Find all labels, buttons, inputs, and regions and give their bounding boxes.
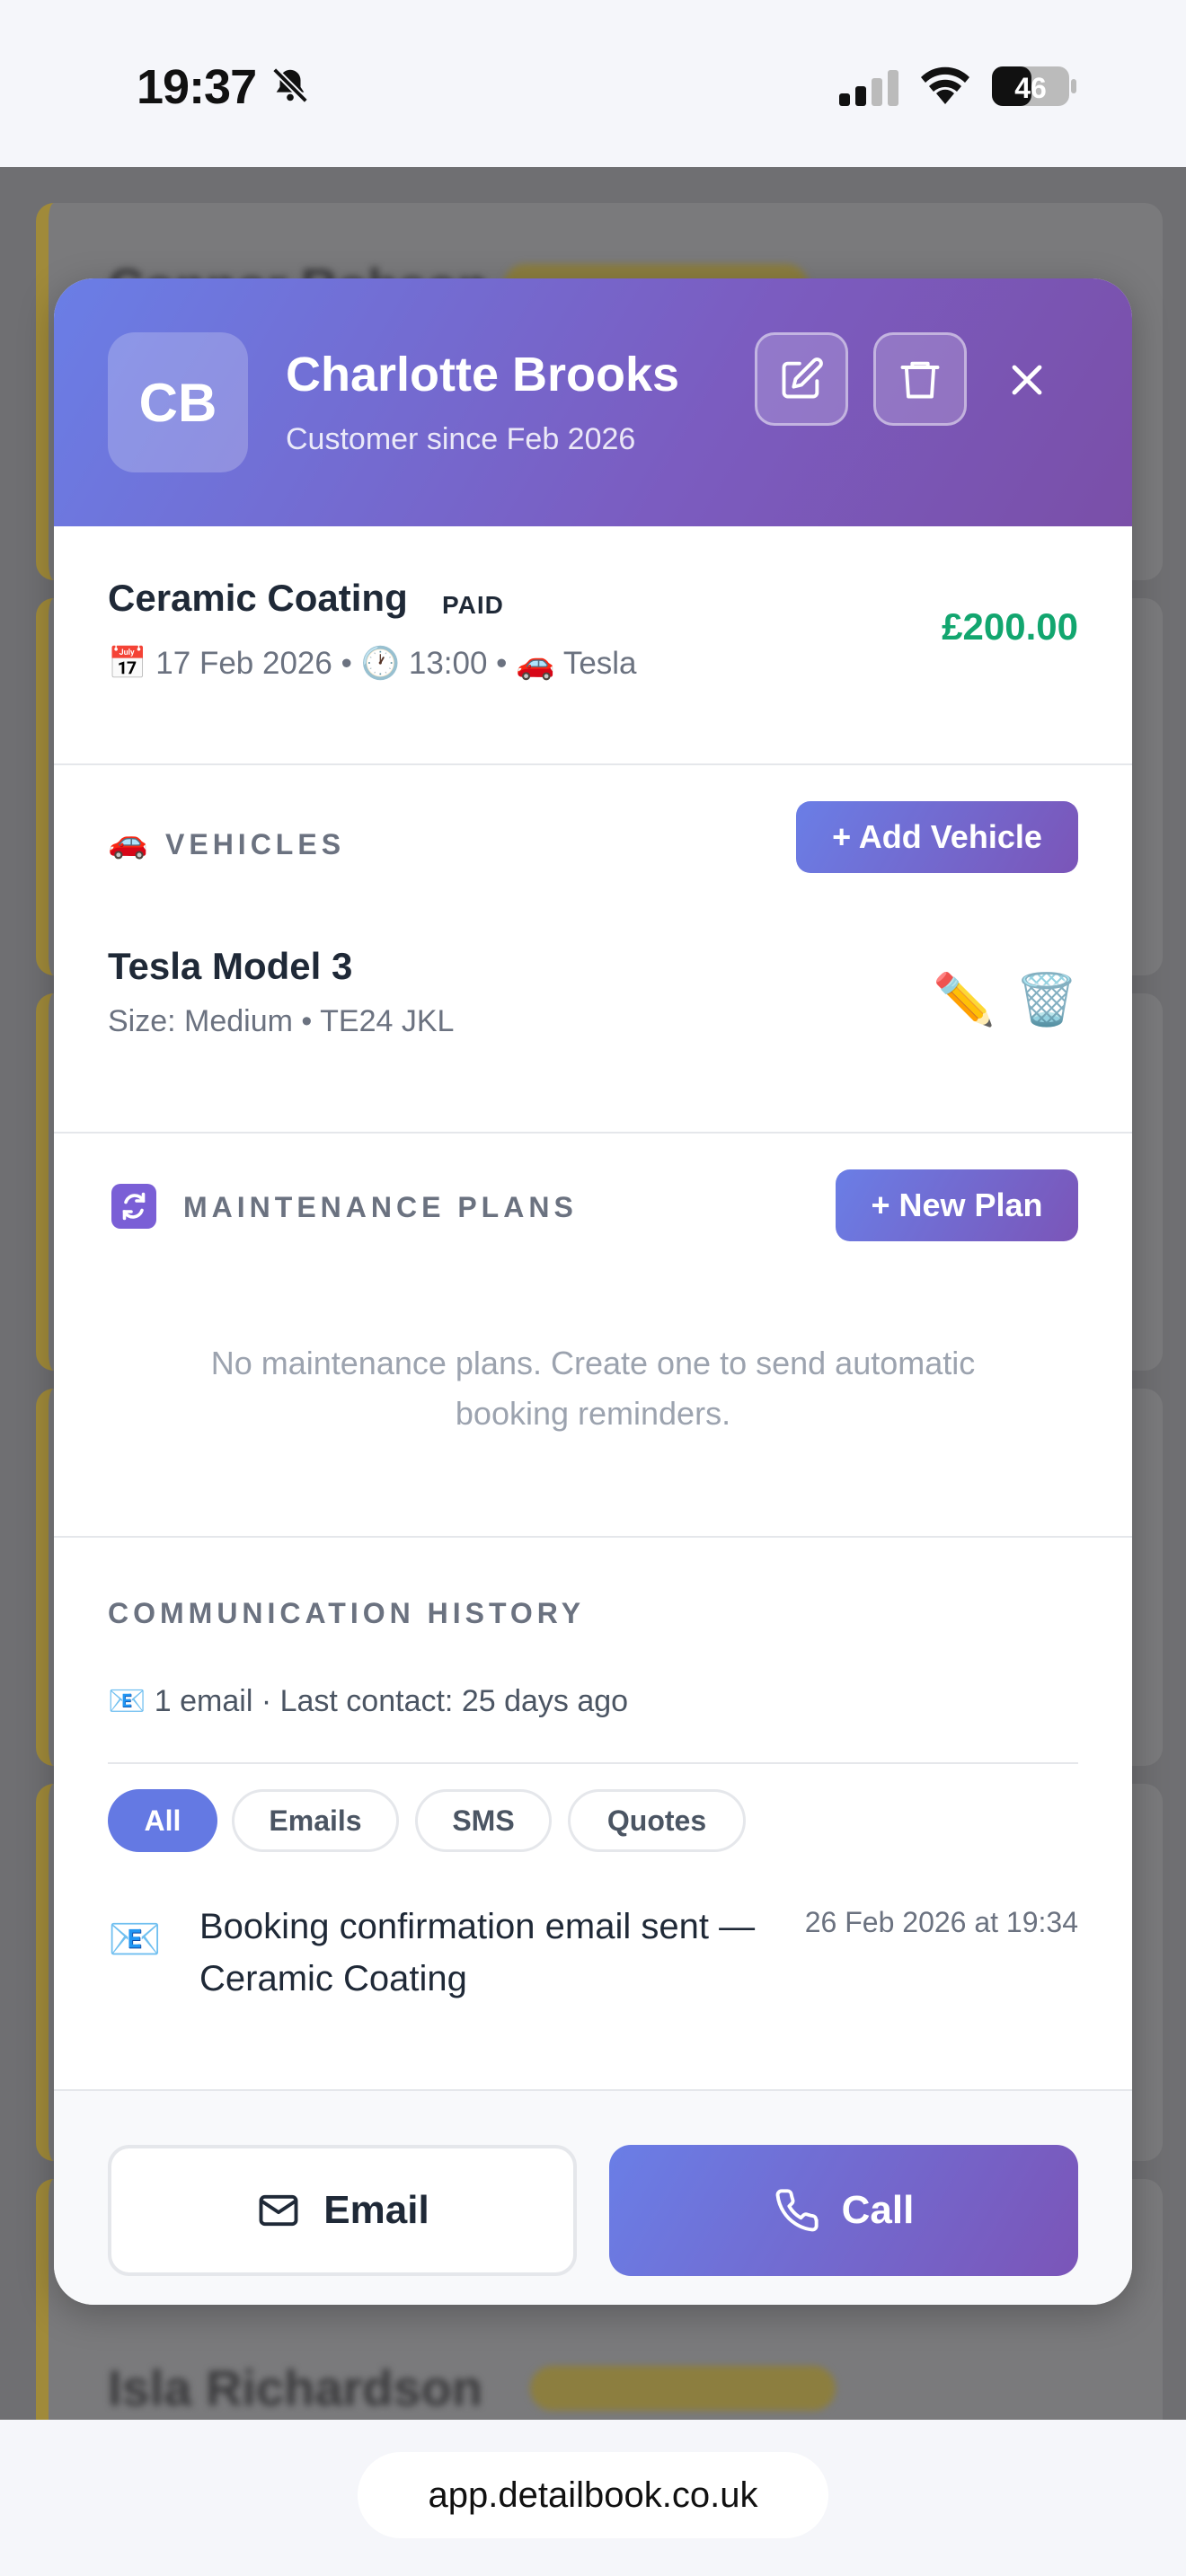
customer-since: Customer since Feb 2026 xyxy=(286,422,636,456)
signal-icon xyxy=(839,70,902,110)
delete-vehicle-button[interactable]: 🗑️ xyxy=(1015,970,1078,1029)
filter-sms[interactable]: SMS xyxy=(415,1789,552,1852)
background-status-pill xyxy=(530,2366,836,2411)
edit-vehicle-button[interactable]: ✏️ xyxy=(933,970,996,1029)
mail-icon xyxy=(259,2194,298,2227)
maintenance-section: MAINTENANCE PLANS + New Plan No maintena… xyxy=(54,1134,1132,1538)
trash-icon xyxy=(900,361,940,399)
email-button[interactable]: Email xyxy=(108,2145,577,2276)
call-button[interactable]: Call xyxy=(609,2145,1078,2276)
booking-item[interactable]: Ceramic Coating PAID £200.00 📅 17 Feb 20… xyxy=(54,532,1132,765)
browser-bar: app.detailbook.co.uk xyxy=(0,2420,1186,2576)
vehicles-section: 🚗 VEHICLES + Add Vehicle Tesla Model 3 S… xyxy=(54,765,1132,1134)
phone-icon xyxy=(775,2189,819,2232)
call-button-label: Call xyxy=(841,2188,915,2232)
customer-detail-modal: CB Charlotte Brooks Customer since Feb 2… xyxy=(54,278,1132,2305)
close-button[interactable] xyxy=(997,350,1057,410)
customer-name: Charlotte Brooks xyxy=(286,348,680,401)
delete-customer-button[interactable] xyxy=(873,332,967,426)
status-time: 19:37 xyxy=(137,60,257,114)
booking-price: £200.00 xyxy=(942,605,1078,648)
edit-customer-button[interactable] xyxy=(755,332,848,426)
battery-level: 46 xyxy=(1014,72,1047,104)
filter-emails[interactable]: Emails xyxy=(232,1789,399,1852)
edit-icon xyxy=(782,357,823,399)
battery-icon: 46 xyxy=(992,65,1078,112)
communication-entry-time: 26 Feb 2026 at 19:34 xyxy=(804,1906,1078,1938)
payment-status-badge: PAID xyxy=(442,591,504,619)
add-vehicle-button[interactable]: + Add Vehicle xyxy=(796,801,1078,873)
background-customer-name: Isla Richardson xyxy=(108,2360,483,2416)
booking-service: Ceramic Coating xyxy=(108,577,408,619)
communication-section: COMMUNICATION HISTORY 📧 1 email · Last c… xyxy=(54,1538,1132,2087)
bell-muted-icon xyxy=(270,65,311,110)
email-icon: 📧 xyxy=(108,1916,162,1963)
maintenance-heading: MAINTENANCE PLANS xyxy=(183,1191,578,1223)
communication-entry-text: Booking confirmation email sent — Cerami… xyxy=(199,1907,756,1998)
close-icon xyxy=(1012,365,1042,395)
modal-footer: Email Call xyxy=(54,2089,1132,2305)
email-button-label: Email xyxy=(323,2188,429,2232)
filter-all[interactable]: All xyxy=(108,1789,217,1852)
avatar: CB xyxy=(108,332,248,472)
divider xyxy=(108,1762,1078,1764)
modal-header: CB Charlotte Brooks Customer since Feb 2… xyxy=(54,278,1132,526)
status-bar: 19:37 46 xyxy=(0,0,1186,167)
maintenance-empty-message: No maintenance plans. Create one to send… xyxy=(210,1345,976,1432)
new-plan-button[interactable]: + New Plan xyxy=(836,1169,1078,1241)
car-icon: 🚗 xyxy=(108,823,148,860)
vehicle-meta: Size: Medium • TE24 JKL xyxy=(108,1004,455,1038)
communication-heading: COMMUNICATION HISTORY xyxy=(108,1597,586,1629)
refresh-icon xyxy=(111,1184,156,1229)
url-bar[interactable]: app.detailbook.co.uk xyxy=(358,2452,828,2538)
filter-quotes[interactable]: Quotes xyxy=(568,1789,746,1852)
wifi-icon xyxy=(918,65,972,110)
vehicles-heading: VEHICLES xyxy=(165,828,346,860)
communication-stats: 📧 1 email · Last contact: 25 days ago xyxy=(108,1684,629,1718)
vehicle-name: Tesla Model 3 xyxy=(108,945,353,987)
booking-meta: 📅 17 Feb 2026 • 🕐 13:00 • 🚗 Tesla xyxy=(108,646,637,681)
